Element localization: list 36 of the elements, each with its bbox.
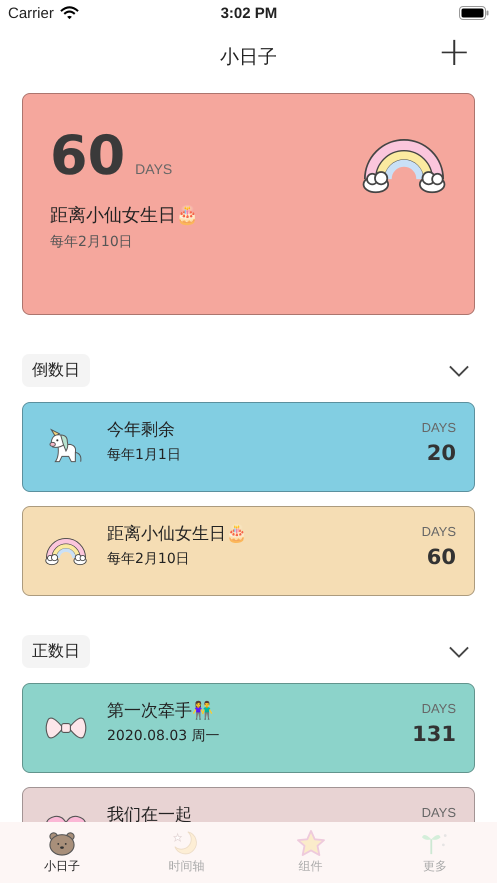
event-title: 今年剩余 — [107, 421, 176, 440]
battery-icon — [458, 6, 489, 20]
days-label: DAYS — [422, 421, 456, 436]
chevron-down-icon[interactable] — [449, 364, 469, 376]
event-title: 距离小仙女生日🎂 — [50, 204, 198, 228]
days-count: 131 — [412, 722, 456, 746]
days-count: 60 — [50, 126, 126, 186]
chevron-down-icon[interactable] — [449, 646, 469, 658]
section-label: 倒数日 — [22, 354, 90, 387]
featured-card[interactable]: 60 DAYS 距离小仙女生日🎂 每年2月10日 — [22, 93, 475, 315]
days-label: DAYS — [135, 161, 172, 177]
event-title: 第一次牵手👫 — [107, 702, 214, 721]
section-label: 正数日 — [22, 635, 90, 668]
add-button[interactable]: + — [431, 32, 477, 72]
days-label: DAYS — [422, 702, 456, 716]
event-date: 每年2月10日 — [107, 550, 191, 568]
event-date: 2020.08.03 周一 — [107, 726, 221, 745]
event-title: 我们在一起 — [107, 806, 193, 822]
event-title: 距离小仙女生日🎂 — [107, 525, 248, 544]
bear-icon — [47, 830, 78, 856]
event-card[interactable]: 今年剩余 每年1月1日 DAYS 20 — [22, 402, 475, 492]
tab[interactable]: 小日子 — [0, 822, 124, 883]
status-time: 3:02 PM — [220, 4, 278, 22]
days-count: 20 — [426, 441, 456, 466]
event-card[interactable]: 我们在一起 DAYS — [22, 787, 475, 822]
event-date: 每年1月1日 — [107, 446, 182, 464]
carrier-name: Carrier — [8, 4, 54, 22]
days-label: DAYS — [422, 806, 456, 820]
wifi-icon — [60, 6, 79, 20]
days-count: 60 — [426, 545, 456, 570]
page-title: 小日子 — [220, 45, 277, 70]
star-icon — [296, 830, 326, 856]
event-date: 每年2月10日 — [50, 233, 134, 252]
event-card[interactable]: 距离小仙女生日🎂 每年2月10日 DAYS 60 — [22, 506, 475, 596]
event-card[interactable]: 第一次牵手👫 2020.08.03 周一 DAYS 131 — [22, 683, 475, 773]
days-label: DAYS — [422, 525, 456, 540]
